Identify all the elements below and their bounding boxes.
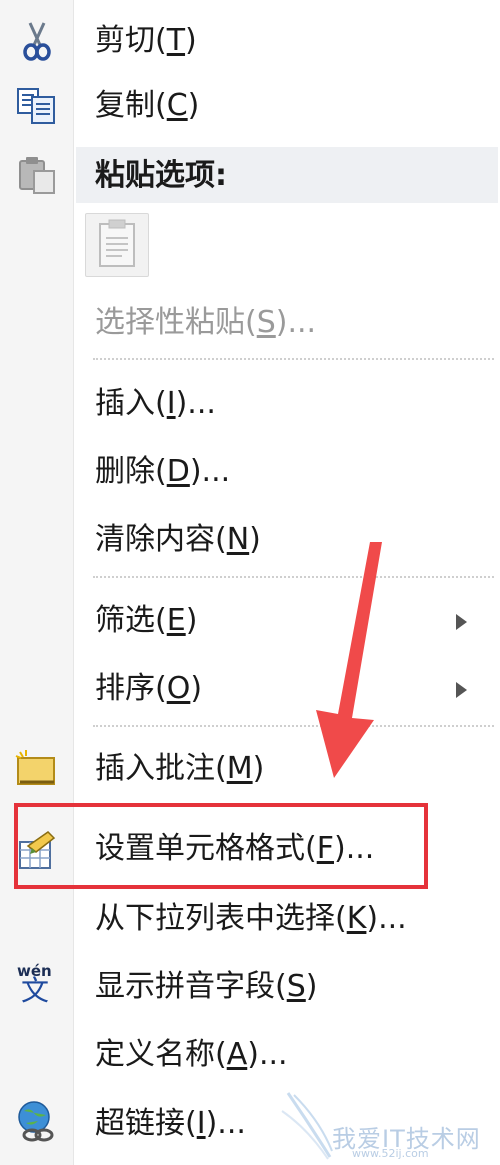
paste-options-label: 粘贴选项: — [95, 158, 227, 193]
menu-item-insert[interactable]: 插入(I)... — [0, 385, 500, 425]
clipboard-icon — [14, 153, 60, 199]
paste-clipboard-icon — [99, 219, 135, 267]
copy-label: 复制(C) — [95, 88, 200, 123]
scissors-icon — [14, 19, 60, 65]
define-name-label: 定义名称(A)... — [95, 1037, 288, 1072]
clear-contents-label: 清除内容(N) — [95, 522, 261, 557]
menu-item-paste-special[interactable]: 选择性粘贴(S)... — [0, 304, 500, 344]
phonetic-icon-char: 文 — [21, 974, 50, 1007]
menu-item-filter[interactable]: 筛选(E) — [0, 602, 500, 642]
red-arrow-annotation — [316, 542, 382, 778]
insert-comment-label: 插入批注(M) — [95, 751, 265, 786]
insert-label: 插入(I)... — [95, 386, 216, 421]
menu-item-insert-comment[interactable]: 插入批注(M) — [0, 750, 500, 790]
paste-button[interactable] — [85, 213, 149, 277]
separator — [93, 576, 494, 578]
comment-icon — [14, 748, 60, 794]
pick-from-list-label: 从下拉列表中选择(K)... — [95, 901, 407, 936]
highlight-box — [14, 803, 428, 889]
cut-label: 剪切(T) — [95, 23, 197, 58]
phonetic-label: 显示拼音字段(S) — [95, 969, 318, 1004]
delete-label: 删除(D)... — [95, 454, 231, 489]
hyperlink-label: 超链接(I)... — [95, 1106, 246, 1141]
menu-item-delete[interactable]: 删除(D)... — [0, 453, 500, 493]
context-menu: 剪切(T) 复制(C) 粘贴选项: 选择性粘贴(S)... 插入(I)... 删… — [0, 0, 500, 1165]
copy-icon — [14, 83, 60, 129]
menu-item-cut[interactable]: 剪切(T) — [0, 22, 500, 62]
filter-label: 筛选(E) — [95, 603, 198, 638]
submenu-arrow-icon — [456, 682, 467, 698]
phonetic-icon: wén 文 — [14, 962, 60, 1008]
paste-special-label: 选择性粘贴(S)... — [95, 305, 317, 340]
menu-item-copy[interactable]: 复制(C) — [0, 87, 500, 127]
separator — [93, 358, 494, 360]
paste-options-header: 粘贴选项: — [0, 155, 500, 195]
watermark-url: www.52ij.com — [352, 1147, 429, 1160]
menu-item-pick-from-list[interactable]: 从下拉列表中选择(K)... — [0, 900, 500, 940]
menu-item-phonetic[interactable]: wén 文 显示拼音字段(S) — [0, 962, 500, 1008]
submenu-arrow-icon — [456, 614, 467, 630]
menu-item-define-name[interactable]: 定义名称(A)... — [0, 1036, 500, 1076]
separator — [93, 725, 494, 727]
menu-item-clear-contents[interactable]: 清除内容(N) — [0, 521, 500, 561]
hyperlink-icon — [14, 1099, 60, 1145]
sort-label: 排序(O) — [95, 671, 203, 706]
menu-item-sort[interactable]: 排序(O) — [0, 670, 500, 710]
